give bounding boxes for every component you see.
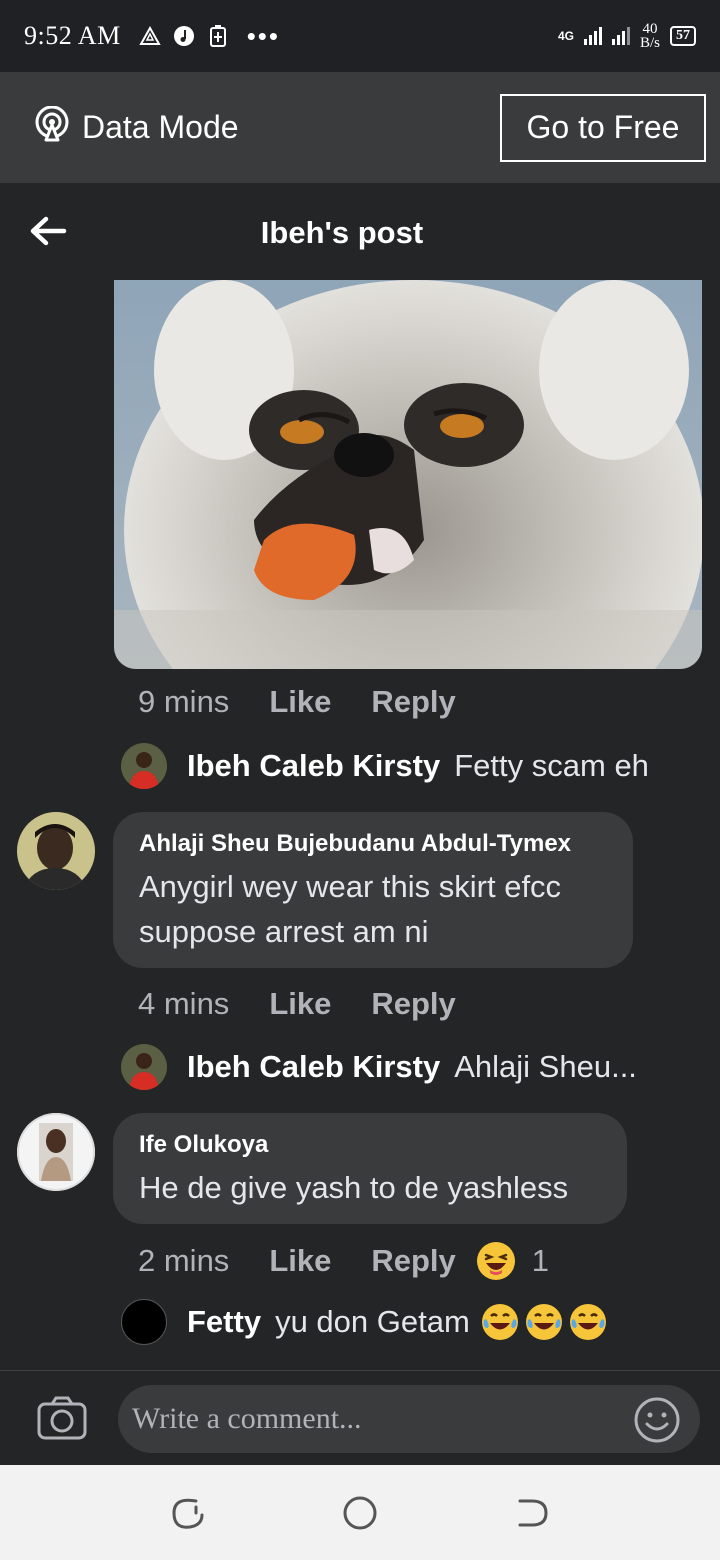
battery-saver-icon: [207, 25, 229, 47]
like-button[interactable]: Like: [269, 986, 331, 1022]
laughing-tears-emoji-icon: [480, 1302, 520, 1342]
reaction-count[interactable]: 1: [532, 1243, 549, 1279]
network-speed-unit: B/s: [639, 35, 660, 51]
reply-preview[interactable]: Fetty yu don Getam: [121, 1299, 608, 1345]
comment-time: 2 mins: [138, 1243, 230, 1278]
data-mode-bar: Data Mode Go to Free: [0, 72, 720, 183]
comment-actions: 9 mins Like Reply: [138, 684, 456, 720]
system-navigation-bar: [0, 1465, 720, 1560]
back-nav-icon[interactable]: [512, 1493, 552, 1533]
reply-text: Ahlaji Sheu...: [454, 1049, 637, 1084]
data-mode-indicator: Data Mode: [34, 105, 239, 150]
comment-image[interactable]: [114, 280, 702, 669]
like-button[interactable]: Like: [269, 1243, 331, 1279]
camera-icon[interactable]: [36, 1395, 88, 1441]
reply-preview[interactable]: Ibeh Caleb Kirsty Ahlaji Sheu...: [121, 1044, 637, 1090]
comment-text-line-1: Anygirl wey wear this skirt efcc: [139, 869, 562, 904]
comment-input[interactable]: Write a comment...: [118, 1385, 700, 1453]
avatar[interactable]: [17, 812, 95, 890]
warning-triangle-icon: [138, 25, 161, 47]
status-system-icons: 4G 40 B/s 57: [557, 22, 696, 51]
laughing-tears-emoji-icon: [524, 1302, 564, 1342]
reply-author[interactable]: Fetty: [187, 1304, 261, 1340]
status-time: 9:52 AM: [24, 21, 121, 50]
avatar[interactable]: [121, 1044, 167, 1090]
comment-input-placeholder: Write a comment...: [132, 1402, 362, 1435]
comment-bubble[interactable]: Ahlaji Sheu Bujebudanu Abdul-Tymex Anygi…: [113, 812, 633, 968]
comment-composer: Write a comment...: [0, 1370, 720, 1465]
laughing-tears-emoji-icon: [568, 1302, 608, 1342]
comment-author[interactable]: Ahlaji Sheu Bujebudanu Abdul-Tymex: [139, 830, 607, 858]
music-note-icon: [173, 25, 195, 47]
post-header: Ibeh's post: [0, 183, 720, 283]
comment-actions: 4 mins Like Reply: [138, 986, 456, 1022]
emoji-picker-icon[interactable]: [634, 1397, 680, 1443]
network-speed: 40 B/s: [639, 22, 660, 51]
reply-text: yu don Getam: [275, 1304, 470, 1339]
comment-time: 9 mins: [138, 684, 230, 719]
status-notification-icons: •••: [138, 20, 280, 52]
network-type: 4G: [557, 28, 574, 43]
comment-text-line-2: suppose arrest am ni: [139, 914, 429, 949]
broadcast-icon: [34, 105, 70, 150]
comment-actions: 2 mins Like Reply 1: [138, 1241, 549, 1281]
reply-button[interactable]: Reply: [371, 684, 455, 720]
like-button[interactable]: Like: [269, 684, 331, 720]
reply-button[interactable]: Reply: [371, 986, 455, 1022]
avatar[interactable]: [121, 1299, 167, 1345]
signal-icon-1: [583, 27, 602, 45]
reply-author[interactable]: Ibeh Caleb Kirsty: [187, 1049, 440, 1085]
avatar[interactable]: [17, 1113, 95, 1191]
status-bar: 9:52 AM ••• 4G 40 B/s 57: [0, 0, 720, 72]
reply-author[interactable]: Ibeh Caleb Kirsty: [187, 748, 440, 784]
recent-apps-icon[interactable]: [168, 1493, 208, 1533]
signal-icon-2: [611, 27, 630, 45]
reply-preview[interactable]: Ibeh Caleb Kirsty Fetty scam eh: [121, 743, 649, 789]
comment-bubble[interactable]: Ife Olukoya He de give yash to de yashle…: [113, 1113, 627, 1224]
battery-indicator: 57: [670, 26, 696, 46]
data-mode-label: Data Mode: [82, 109, 239, 145]
comment-text-line-1: He de give yash to de yashless: [139, 1170, 569, 1205]
haha-reaction-icon[interactable]: [476, 1241, 516, 1281]
more-notifications-icon: •••: [246, 20, 280, 51]
page-title: Ibeh's post: [260, 215, 424, 250]
avatar[interactable]: [121, 743, 167, 789]
reply-button[interactable]: Reply: [371, 1243, 455, 1279]
comment-time: 4 mins: [138, 986, 230, 1021]
reply-text: Fetty scam eh: [454, 748, 649, 783]
go-to-free-button[interactable]: Go to Free: [500, 93, 706, 162]
comment-author[interactable]: Ife Olukoya: [139, 1131, 601, 1159]
home-icon[interactable]: [340, 1493, 380, 1533]
